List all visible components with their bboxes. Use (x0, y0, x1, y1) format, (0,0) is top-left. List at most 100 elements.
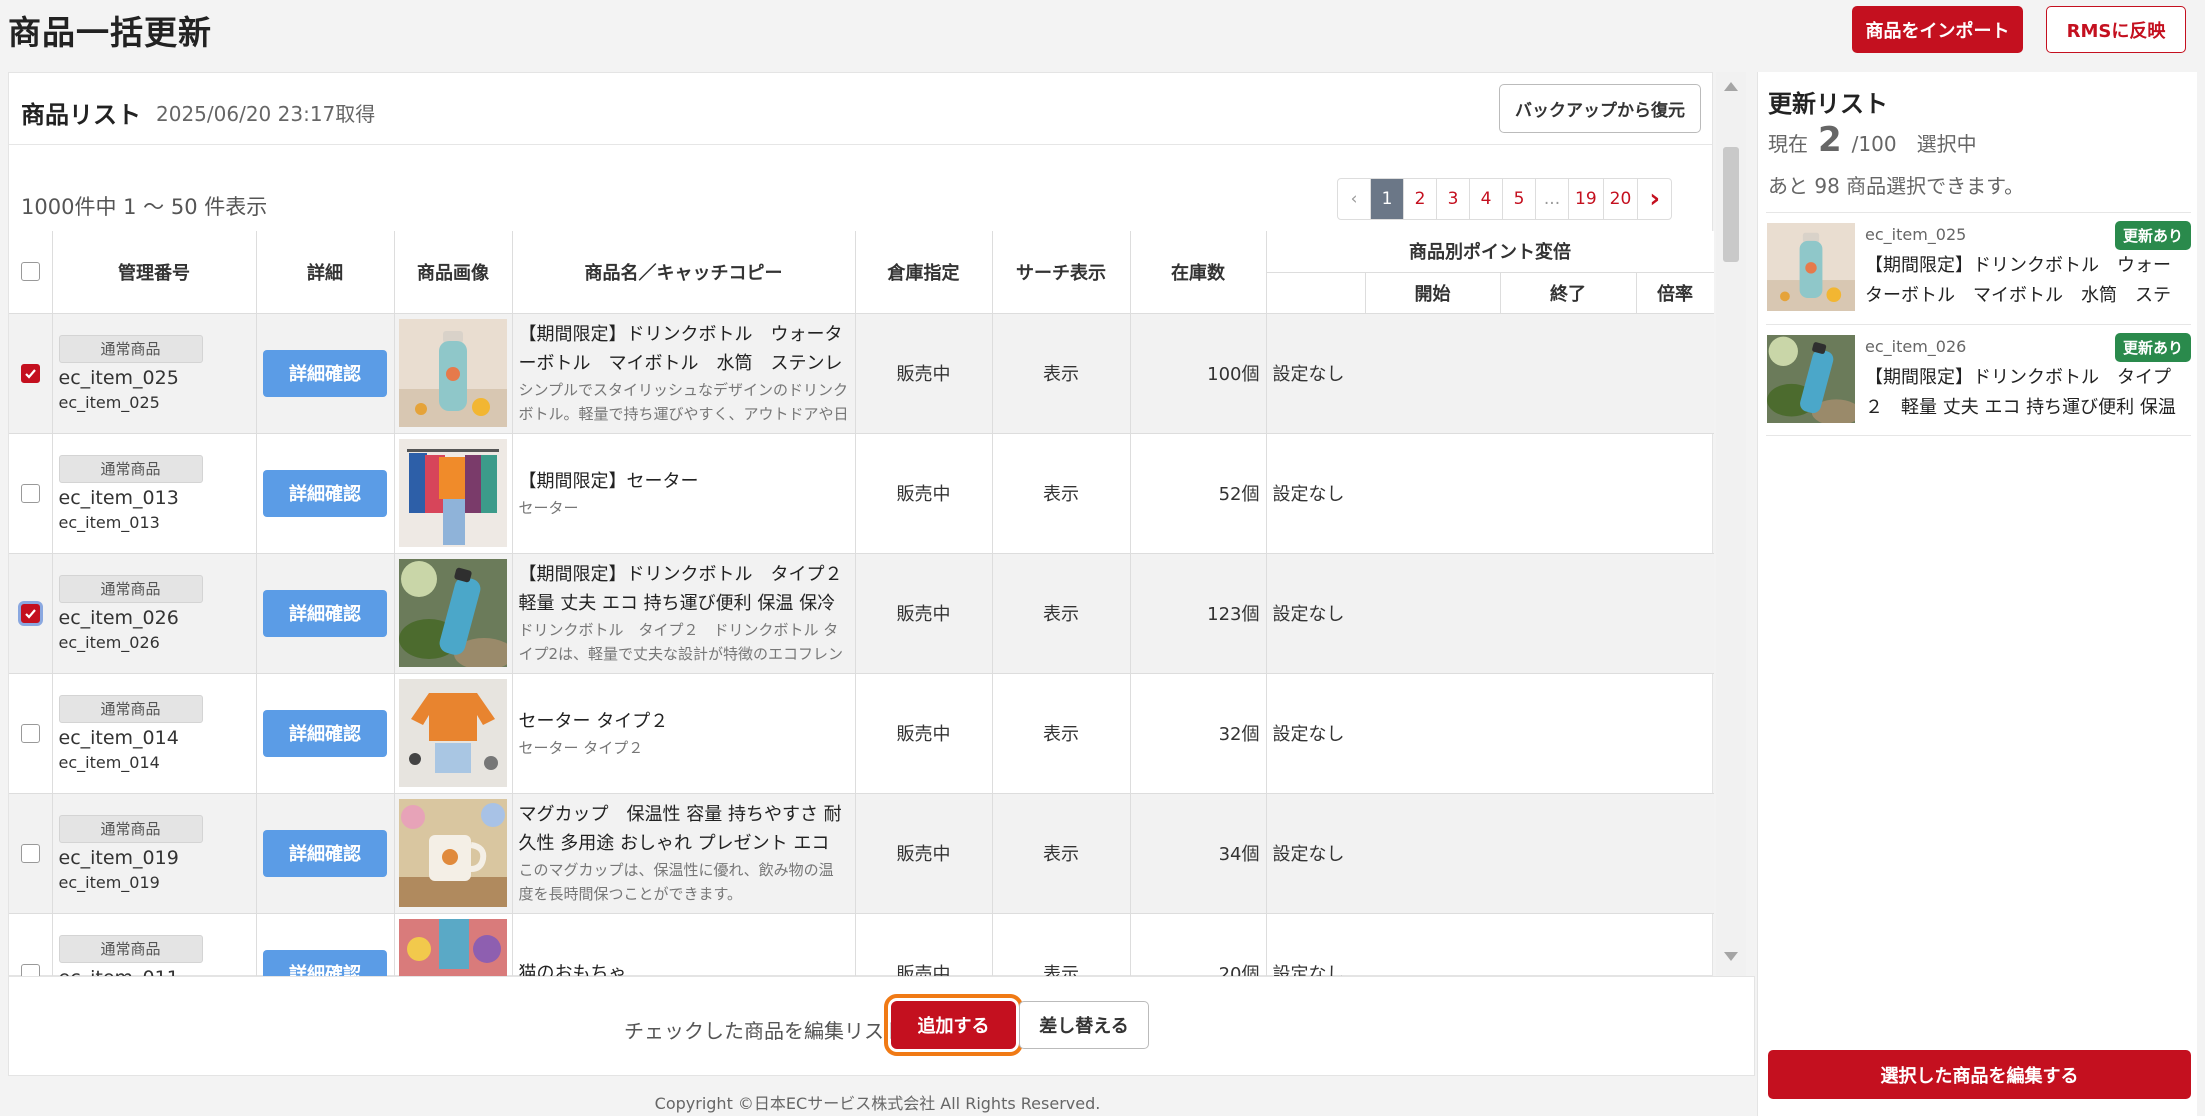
product-type-badge: 通常商品 (58, 694, 203, 723)
update-list-title: 更新リスト (1768, 90, 1888, 118)
warehouse-status: 販売中 (855, 313, 993, 434)
mgmt-number: ec_item_013 (58, 486, 179, 509)
search-display: 表示 (992, 673, 1131, 794)
product-name-cell: 【期間限定】セーター セーター (512, 433, 856, 554)
scroll-down-icon[interactable] (1724, 952, 1738, 961)
product-list-title: 商品リスト (21, 101, 141, 129)
detail-button[interactable]: 詳細確認 (263, 349, 387, 397)
scroll-up-icon[interactable] (1724, 82, 1738, 91)
points-setting: 設定なし (1266, 673, 1714, 794)
rms-apply-button[interactable]: RMSに反映 (2046, 6, 2186, 53)
check-icon (24, 608, 36, 619)
image-cell (394, 673, 513, 794)
catch-copy: セーター (518, 498, 579, 517)
detail-button[interactable]: 詳細確認 (263, 829, 387, 877)
catch-copy: このマグカップは、保温性に優れ、飲み物の温度を長時間保つことができます。 (518, 861, 834, 903)
table-row[interactable]: 通常商品 ec_item_013 ec_item_013 詳細確認 【期間限定】セーター… (9, 433, 1714, 554)
warehouse-status: 販売中 (855, 673, 993, 794)
copyright: Copyright ©日本ECサービス株式会社 All Rights Reser… (654, 1094, 1101, 1113)
product-name-cell: マグカップ 保温性 容量 持ちやすさ 耐久性 多用途 おしゃれ プレゼント エコ… (512, 793, 856, 914)
row-checkbox[interactable] (20, 363, 40, 383)
select-all-cell[interactable] (9, 231, 53, 314)
page-link[interactable]: 20 (1604, 179, 1639, 219)
warehouse-status: 販売中 (855, 553, 993, 674)
edit-selected-button[interactable]: 選択した商品を編集する (1768, 1050, 2191, 1099)
table-row[interactable]: 通常商品 ec_item_026 ec_item_026 詳細確認 【期間限定】ドリンク… (9, 553, 1714, 674)
product-name: セーター タイプ２ (518, 710, 669, 732)
replace-button[interactable]: 差し替える (1019, 1001, 1149, 1049)
col-points: 商品別ポイント変倍 (1266, 231, 1714, 273)
search-display: 表示 (992, 553, 1131, 674)
warehouse-status: 販売中 (855, 793, 993, 914)
detail-cell: 詳細確認 (256, 433, 395, 554)
update-list-item[interactable]: ec_item_026 更新あり 【期間限定】ドリンクボトル タイプ２ 軽量 丈夫 … (1766, 324, 2191, 436)
product-name: 【期間限定】セーター (518, 470, 699, 492)
product-name-cell: セーター タイプ２ セーター タイプ２ (512, 673, 856, 794)
table-scrollbar[interactable] (1716, 72, 1746, 976)
scrollbar-thumb[interactable] (1723, 147, 1739, 262)
row-select-cell[interactable] (9, 433, 53, 554)
detail-button[interactable]: 詳細確認 (263, 589, 387, 637)
row-checkbox[interactable] (20, 723, 40, 743)
select-all-checkbox[interactable] (20, 262, 40, 282)
row-checkbox[interactable] (20, 483, 40, 503)
row-select-cell[interactable] (9, 553, 53, 674)
product-type-badge: 通常商品 (58, 934, 203, 963)
updated-badge: 更新あり (2114, 333, 2191, 362)
page-link[interactable]: 5 (1503, 179, 1536, 219)
import-products-button[interactable]: 商品をインポート (1852, 6, 2023, 53)
table-row[interactable]: 通常商品 ec_item_019 ec_item_019 詳細確認 マグカップ 保温性 … (9, 793, 1714, 914)
product-name-cell: 【期間限定】ドリンクボトル ウォーターボトル マイボトル 水筒 ステンレスボトル… (512, 313, 856, 434)
image-cell (394, 433, 513, 554)
col-stock: 在庫数 (1130, 231, 1267, 314)
product-type-badge: 通常商品 (58, 814, 203, 843)
stock-count: 123個 (1130, 553, 1267, 674)
detail-cell: 詳細確認 (256, 673, 395, 794)
page-link[interactable]: 19 (1569, 179, 1604, 219)
product-list-header: 商品リスト 2025/06/20 23:17取得 バックアップから復元 (9, 73, 1712, 145)
mgmt-cell: 通常商品 ec_item_025 ec_item_025 (52, 313, 257, 434)
col-search: サーチ表示 (992, 231, 1131, 314)
update-list: ec_item_025 更新あり 【期間限定】ドリンクボトル ウォーターボトル マイ… (1766, 212, 2191, 436)
update-item-name: 【期間限定】ドリンクボトル タイプ２ 軽量 丈夫 エコ 持ち運び便利 保温 保.… (1865, 367, 2176, 418)
col-points-end: 終了 (1500, 272, 1637, 314)
image-cell (394, 793, 513, 914)
warehouse-status: 販売中 (855, 433, 993, 554)
search-display: 表示 (992, 313, 1131, 434)
stock-count: 100個 (1130, 313, 1267, 434)
detail-button[interactable]: 詳細確認 (263, 709, 387, 757)
row-select-cell[interactable] (9, 673, 53, 794)
page-link[interactable]: 2 (1404, 179, 1437, 219)
points-setting: 設定なし (1266, 313, 1714, 434)
row-checkbox[interactable] (20, 603, 40, 623)
bulk-action-label: チェックした商品を編集リストに (624, 1019, 924, 1043)
update-list-item[interactable]: ec_item_025 更新あり 【期間限定】ドリンクボトル ウォーターボトル マイ… (1766, 212, 2191, 324)
detail-button[interactable]: 詳細確認 (263, 469, 387, 517)
page-link[interactable]: 3 (1437, 179, 1470, 219)
table-row[interactable]: 通常商品 ec_item_025 ec_item_025 詳細確認 【期間限定】ドリンク… (9, 313, 1714, 434)
pagination-next-icon[interactable]: › (1638, 179, 1671, 219)
table-row[interactable]: 通常商品 ec_item_014 ec_item_014 詳細確認 セーター タイプ２ セ… (9, 673, 1714, 794)
mgmt-sub-number: ec_item_019 (58, 872, 160, 892)
detail-cell: 詳細確認 (256, 553, 395, 674)
row-select-cell[interactable] (9, 793, 53, 914)
col-points-start: 開始 (1365, 272, 1501, 314)
remaining-note: あと 98 商品選択できます。 (1768, 174, 2025, 198)
points-setting: 設定なし (1266, 793, 1714, 914)
catch-copy: ドリンクボトル タイプ２ ドリンクボトル タイプ2は、軽量で丈夫な設計が特徴のエ… (518, 621, 844, 663)
row-select-cell[interactable] (9, 313, 53, 434)
bulk-action-bar: チェックした商品を編集リストに 追加する 差し替える (8, 976, 1755, 1076)
page-link[interactable]: 4 (1470, 179, 1503, 219)
product-table: 管理番号 詳細 商品画像 商品名／キャッチコピー 倉庫指定 サーチ表示 在庫数 … (9, 231, 1714, 1048)
page-ellipsis: ... (1536, 179, 1569, 219)
restore-backup-button[interactable]: バックアップから復元 (1499, 84, 1701, 133)
row-checkbox[interactable] (20, 843, 40, 863)
sweater-flatlay-photo (399, 679, 507, 787)
image-cell (394, 313, 513, 434)
pagination-prev-icon[interactable]: ‹ (1338, 179, 1371, 219)
search-display: 表示 (992, 793, 1131, 914)
mgmt-cell: 通常商品 ec_item_026 ec_item_026 (52, 553, 257, 674)
mgmt-number: ec_item_026 (58, 606, 179, 629)
add-to-list-button[interactable]: 追加する (884, 994, 1023, 1056)
page-link[interactable]: 1 (1371, 179, 1404, 219)
